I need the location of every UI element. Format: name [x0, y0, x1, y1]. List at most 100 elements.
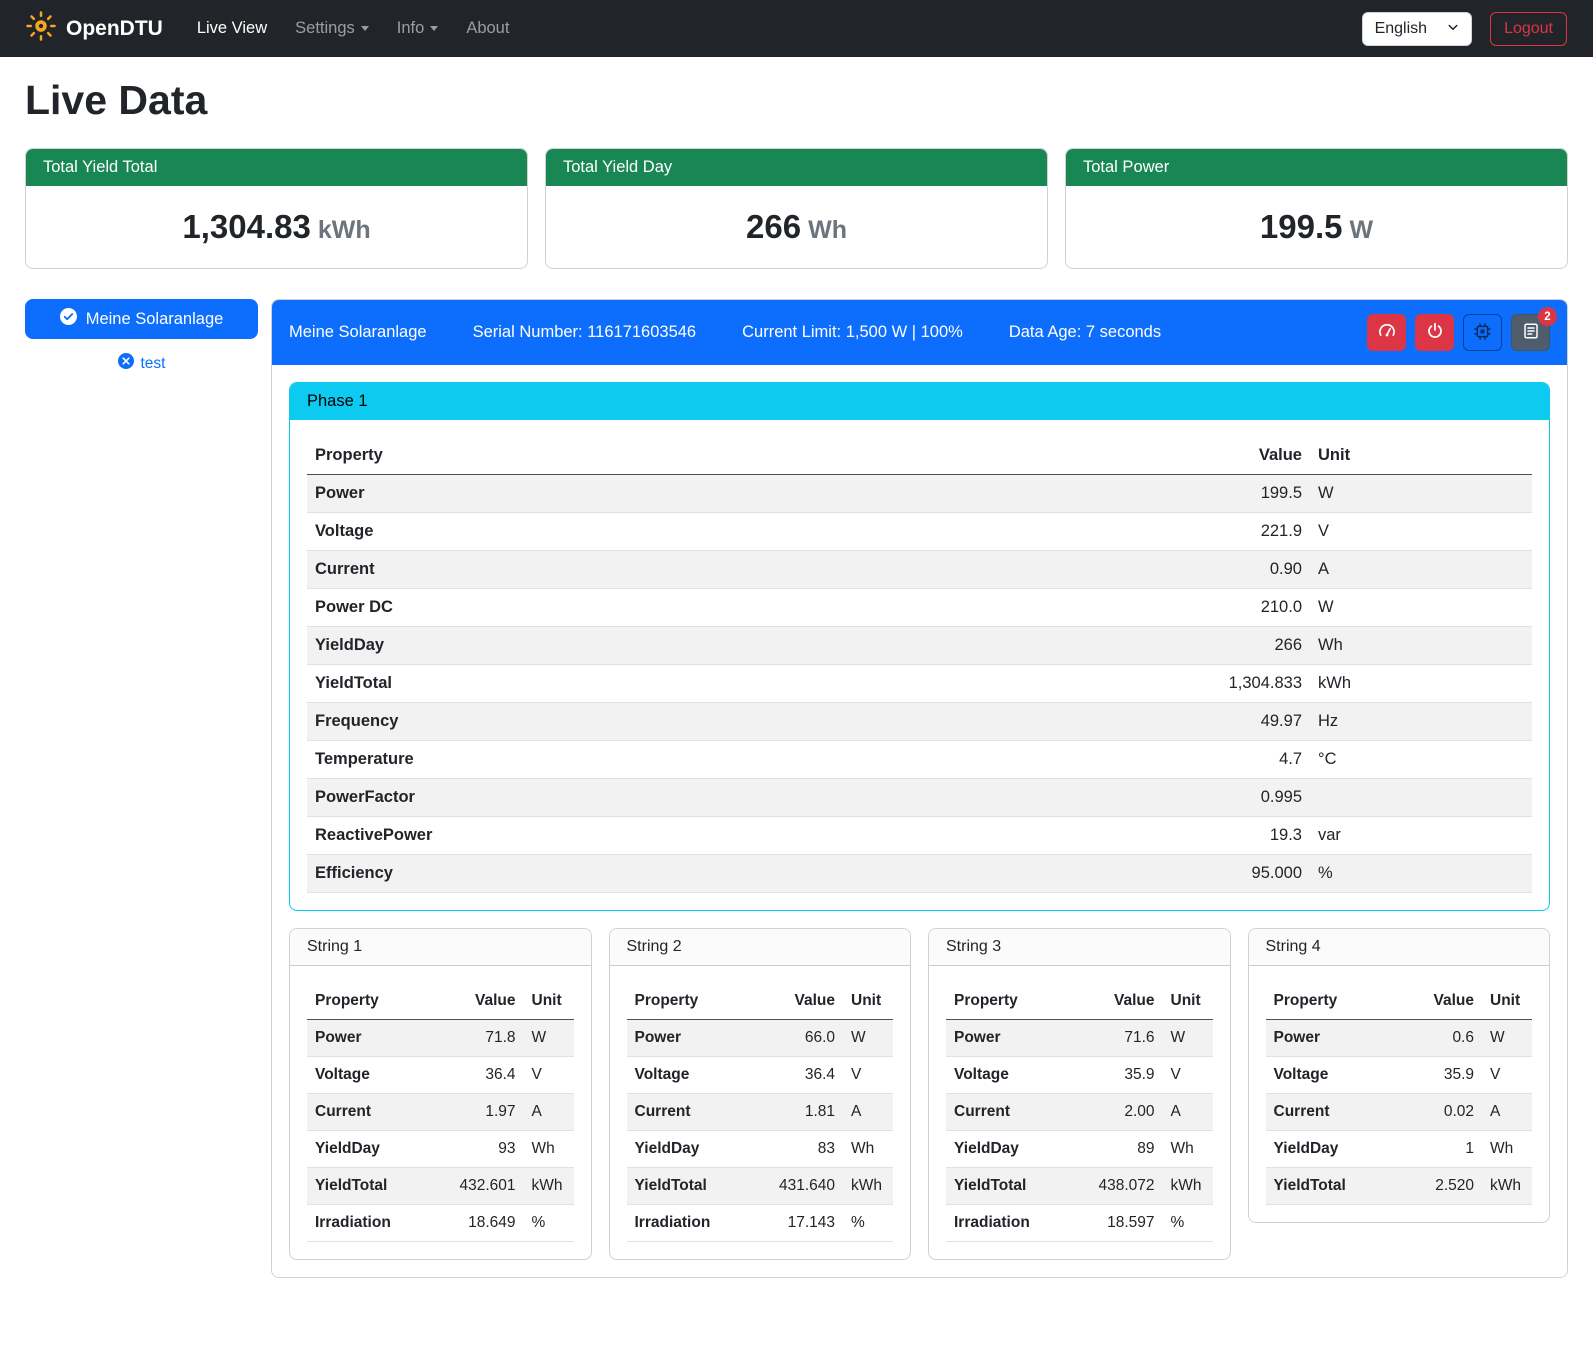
table-row: Power 66.0 W	[627, 1020, 894, 1057]
table-row: Voltage 36.4 V	[307, 1057, 574, 1094]
property-cell: Voltage	[307, 1057, 428, 1094]
inverter-action-buttons: 2	[1367, 314, 1550, 351]
value-cell: 36.4	[748, 1057, 843, 1094]
nav-info[interactable]: Info	[383, 11, 453, 46]
unit-cell: W	[1482, 1020, 1532, 1057]
power-button[interactable]	[1415, 314, 1454, 351]
nav-live-view[interactable]: Live View	[183, 11, 281, 46]
table-header-row: Property Value Unit	[307, 437, 1532, 475]
unit-cell: °C	[1310, 741, 1532, 779]
property-cell: Efficiency	[307, 855, 908, 893]
unit-cell: Wh	[1163, 1131, 1213, 1168]
property-cell: Current	[1266, 1094, 1398, 1131]
logout-button[interactable]: Logout	[1490, 12, 1567, 46]
table-row: Power 71.6 W	[946, 1020, 1213, 1057]
unit-cell: kWh	[843, 1168, 893, 1205]
unit-cell: %	[1310, 855, 1532, 893]
device-info-button[interactable]	[1463, 314, 1502, 351]
value-cell: 71.8	[428, 1020, 523, 1057]
value-cell: 18.649	[428, 1205, 523, 1242]
table-row: Voltage 35.9 V	[1266, 1057, 1533, 1094]
property-cell: Current	[627, 1094, 748, 1131]
unit-cell: Wh	[524, 1131, 574, 1168]
table-row: Current 2.00 A	[946, 1094, 1213, 1131]
unit-cell: %	[1163, 1205, 1213, 1242]
cpu-icon	[1473, 322, 1492, 344]
value-header: Value	[1398, 983, 1482, 1020]
summary-cards: Total Yield Total 1,304.83 kWh Total Yiel…	[25, 148, 1568, 269]
unit-cell: V	[1163, 1057, 1213, 1094]
string-title: String 1	[290, 929, 591, 966]
table-row: Voltage 36.4 V	[627, 1057, 894, 1094]
table-row: YieldDay 266 Wh	[307, 627, 1532, 665]
unit-cell: Wh	[843, 1131, 893, 1168]
card-title: Total Yield Total	[26, 149, 527, 186]
value-cell: 221.9	[908, 513, 1310, 551]
value-cell: 1.97	[428, 1094, 523, 1131]
string-2-card: String 2 Property Value Unit	[609, 928, 912, 1260]
test-inverter-item[interactable]: test	[25, 353, 258, 374]
total-yield-day-card: Total Yield Day 266Wh	[545, 148, 1048, 269]
card-value: 1,304.83	[182, 208, 310, 245]
table-row: Power DC 210.0 W	[307, 589, 1532, 627]
gauge-icon	[1377, 321, 1397, 344]
phase-card: Phase 1 Property Value Unit	[289, 382, 1550, 911]
page-title: Live Data	[25, 77, 1568, 124]
brand[interactable]: OpenDTU	[26, 11, 163, 47]
table-row: Power 71.8 W	[307, 1020, 574, 1057]
property-cell: YieldDay	[627, 1131, 748, 1168]
phase-table: Property Value Unit Power	[307, 437, 1532, 893]
unit-cell: kWh	[1482, 1168, 1532, 1205]
value-cell: 17.143	[748, 1205, 843, 1242]
unit-cell: var	[1310, 817, 1532, 855]
property-cell: Frequency	[307, 703, 908, 741]
inverter-limit: Current Limit: 1,500 W | 100%	[742, 323, 963, 342]
property-cell: Irradiation	[946, 1205, 1067, 1242]
layout-row: Meine Solaranlage test Meine Solaranlage…	[25, 299, 1568, 1278]
limit-settings-button[interactable]	[1367, 314, 1406, 351]
value-header: Value	[1067, 983, 1162, 1020]
string-title: String 3	[929, 929, 1230, 966]
nav-about[interactable]: About	[452, 11, 523, 46]
table-header-row: Property Value Unit	[946, 983, 1213, 1020]
value-cell: 36.4	[428, 1057, 523, 1094]
event-count-badge: 2	[1538, 307, 1557, 326]
nav-settings[interactable]: Settings	[281, 11, 383, 46]
inverter-name: Meine Solaranlage	[289, 323, 427, 342]
value-cell: 1.81	[748, 1094, 843, 1131]
property-cell: Voltage	[627, 1057, 748, 1094]
property-cell: Current	[946, 1094, 1067, 1131]
unit-cell: Wh	[1310, 627, 1532, 665]
value-cell: 0.90	[908, 551, 1310, 589]
card-unit: Wh	[808, 216, 847, 244]
property-cell: Current	[307, 1094, 428, 1131]
unit-cell: W	[1163, 1020, 1213, 1057]
property-header: Property	[946, 983, 1067, 1020]
value-cell: 0.6	[1398, 1020, 1482, 1057]
string-title: String 4	[1249, 929, 1550, 966]
language-value: English	[1375, 20, 1427, 38]
table-row: Current 0.90 A	[307, 551, 1532, 589]
table-row: Frequency 49.97 Hz	[307, 703, 1532, 741]
card-unit: kWh	[318, 216, 371, 244]
value-cell: 2.520	[1398, 1168, 1482, 1205]
inverter-select-button[interactable]: Meine Solaranlage	[25, 299, 258, 339]
property-cell: Power DC	[307, 589, 908, 627]
table-row: YieldTotal 2.520 kWh	[1266, 1168, 1533, 1205]
table-row: YieldDay 1 Wh	[1266, 1131, 1533, 1168]
event-log-button[interactable]: 2	[1511, 314, 1550, 351]
property-cell: PowerFactor	[307, 779, 908, 817]
value-cell: 95.000	[908, 855, 1310, 893]
string-body: Property Value Unit Power	[610, 966, 911, 1259]
value-cell: 35.9	[1067, 1057, 1162, 1094]
strings-row: String 1 Property Value Unit	[289, 928, 1550, 1260]
value-cell: 431.640	[748, 1168, 843, 1205]
property-cell: Power	[307, 475, 908, 513]
unit-cell: A	[524, 1094, 574, 1131]
table-row: YieldTotal 438.072 kWh	[946, 1168, 1213, 1205]
table-row: Current 1.81 A	[627, 1094, 894, 1131]
inverter-select-label: Meine Solaranlage	[86, 310, 224, 329]
x-circle-icon	[118, 353, 134, 374]
language-select[interactable]: English	[1362, 12, 1472, 46]
unit-cell: W	[524, 1020, 574, 1057]
